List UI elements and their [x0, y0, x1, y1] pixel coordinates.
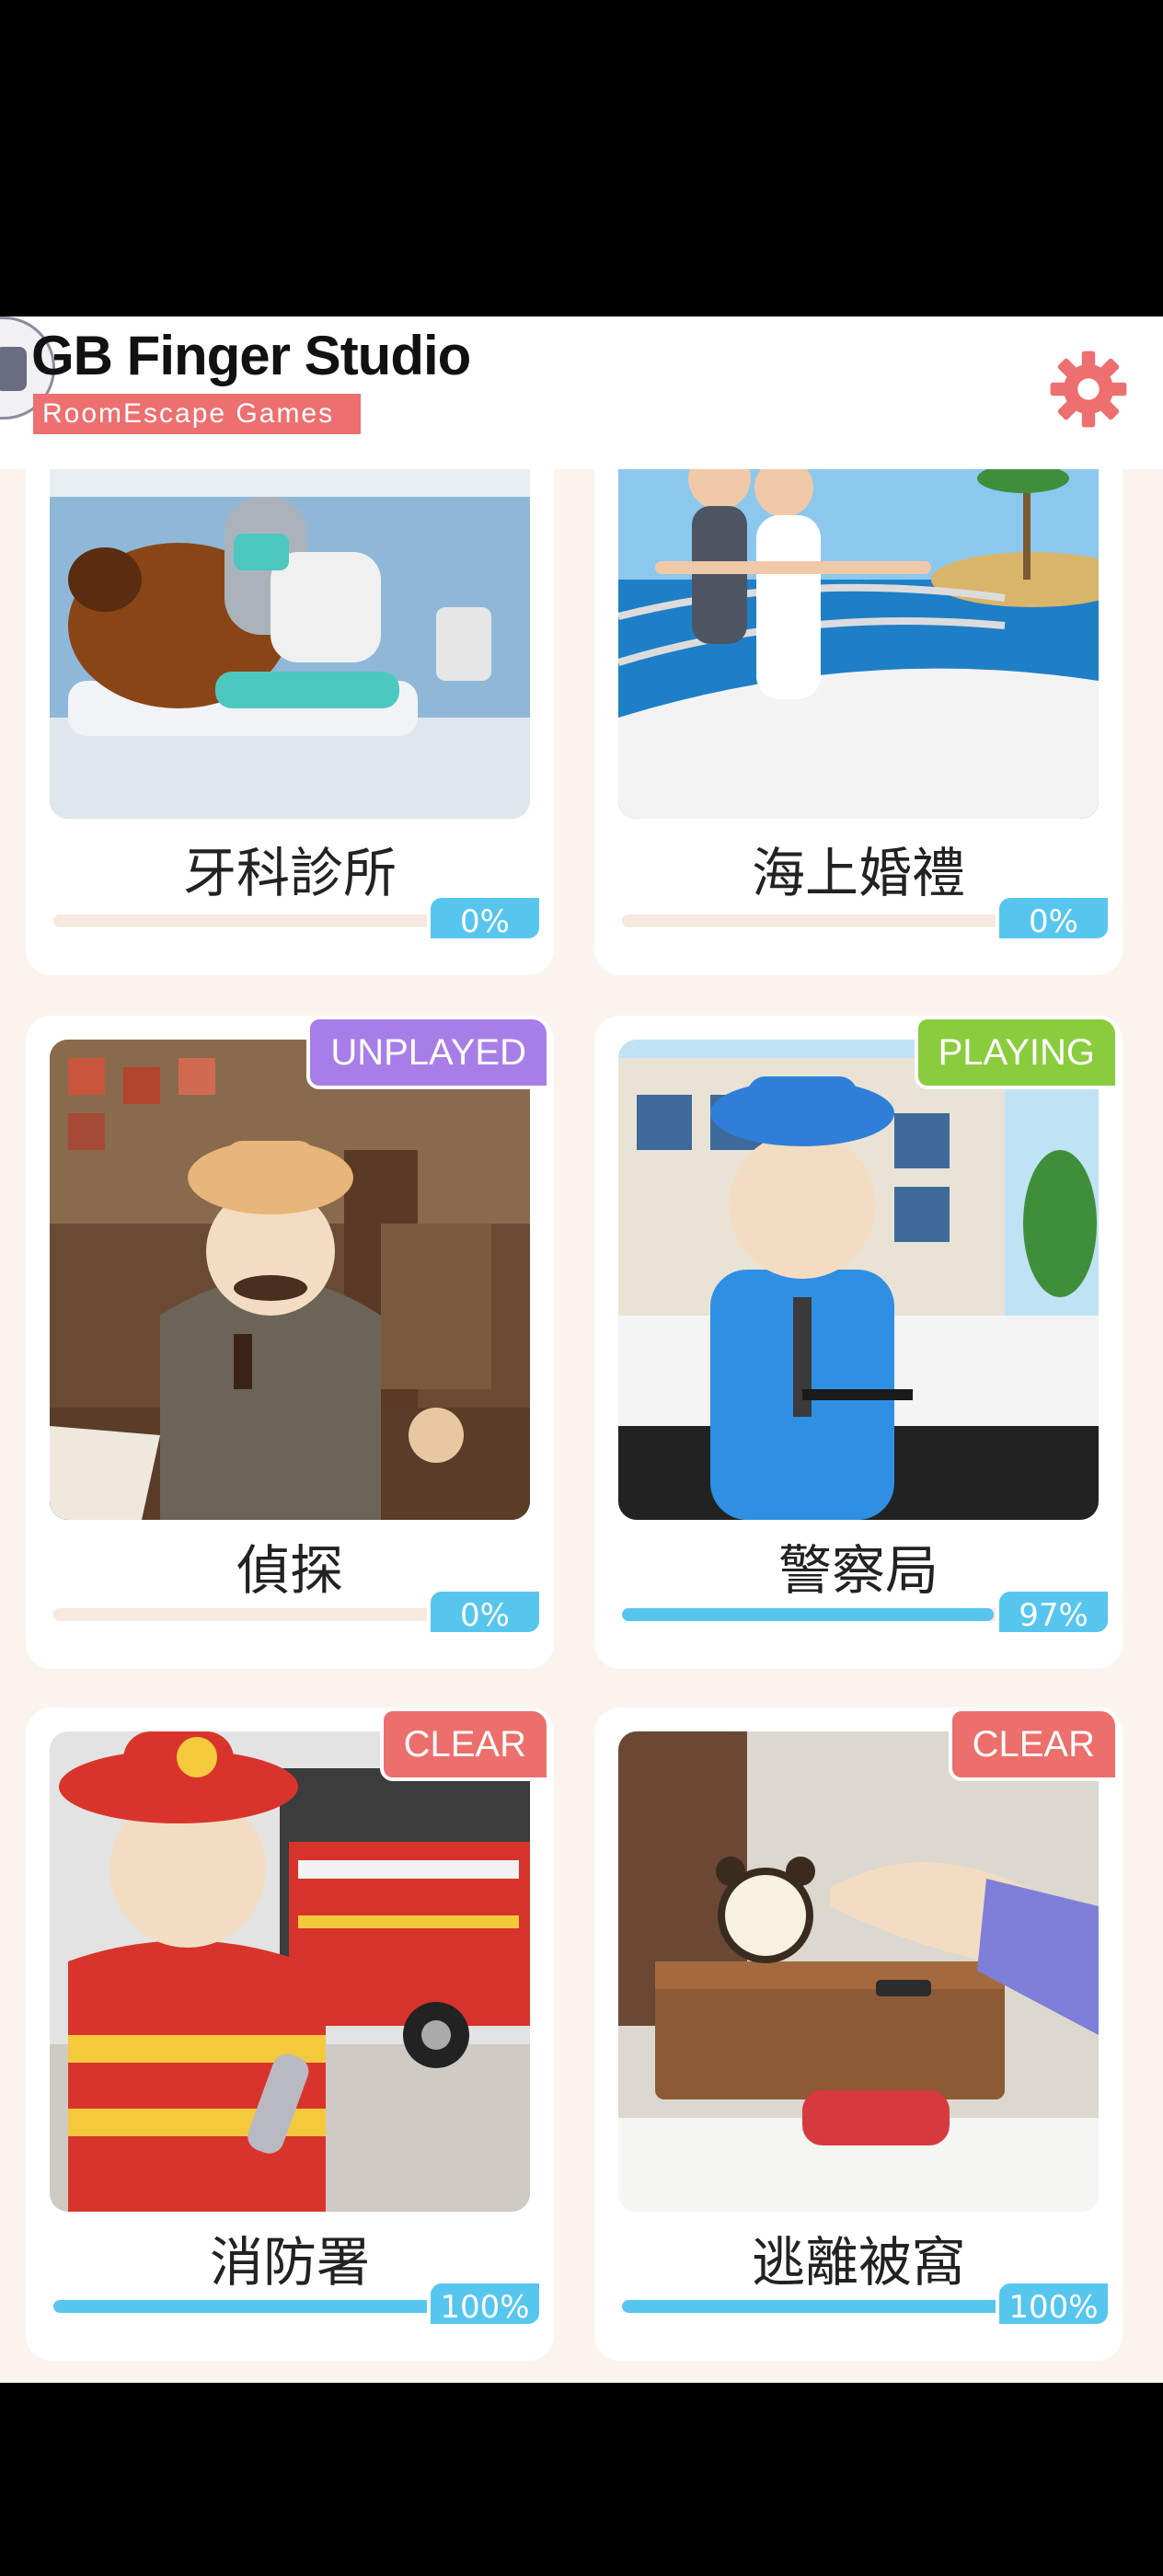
navigation-bar	[0, 2383, 1163, 2576]
progress-fill	[622, 1608, 994, 1621]
progress-track	[622, 2300, 1005, 2313]
game-card[interactable]: 牙科診所 0%	[26, 469, 554, 975]
gear-icon[interactable]	[1047, 348, 1130, 431]
studio-title: GB Finger Studio	[31, 325, 471, 386]
game-grid: 牙科診所 0% 海上婚禮 0% UNPLAYED 偵探 0% PLAYING 警…	[0, 469, 1163, 2383]
handle-icon	[0, 347, 27, 391]
game-thumbnail	[618, 469, 1099, 819]
status-badge: PLAYING	[914, 1016, 1119, 1089]
game-thumbnail	[618, 1731, 1099, 2212]
game-thumbnail	[50, 469, 530, 819]
game-thumbnail	[50, 1040, 530, 1520]
progress-label: 100%	[427, 2280, 543, 2328]
game-card[interactable]: UNPLAYED 偵探 0%	[26, 1016, 554, 1669]
progress-label: 0%	[427, 894, 543, 942]
progress-fill	[53, 2300, 436, 2313]
studio-subtitle: RoomEscape Games	[33, 394, 361, 434]
progress-track	[622, 1608, 1005, 1621]
progress-track	[622, 914, 1005, 927]
game-card[interactable]: PLAYING 警察局 97%	[594, 1016, 1123, 1669]
progress-label: 0%	[996, 894, 1111, 942]
status-badge: UNPLAYED	[306, 1016, 550, 1089]
progress-track	[53, 1608, 436, 1621]
progress-label: 100%	[996, 2280, 1111, 2328]
game-card[interactable]: CLEAR 消防署 100%	[26, 1708, 554, 2361]
game-thumbnail	[50, 1731, 530, 2212]
status-badge: CLEAR	[379, 1708, 550, 1781]
game-thumbnail	[618, 1040, 1099, 1520]
game-card[interactable]: CLEAR 逃離被窩 100%	[594, 1708, 1123, 2361]
progress-fill	[622, 2300, 1005, 2313]
status-bar	[0, 0, 1163, 316]
progress-track	[53, 2300, 436, 2313]
status-badge: CLEAR	[948, 1708, 1119, 1781]
progress-label: 97%	[996, 1588, 1111, 1636]
progress-track	[53, 914, 436, 927]
game-card[interactable]: 海上婚禮 0%	[594, 469, 1123, 975]
progress-label: 0%	[427, 1588, 543, 1636]
